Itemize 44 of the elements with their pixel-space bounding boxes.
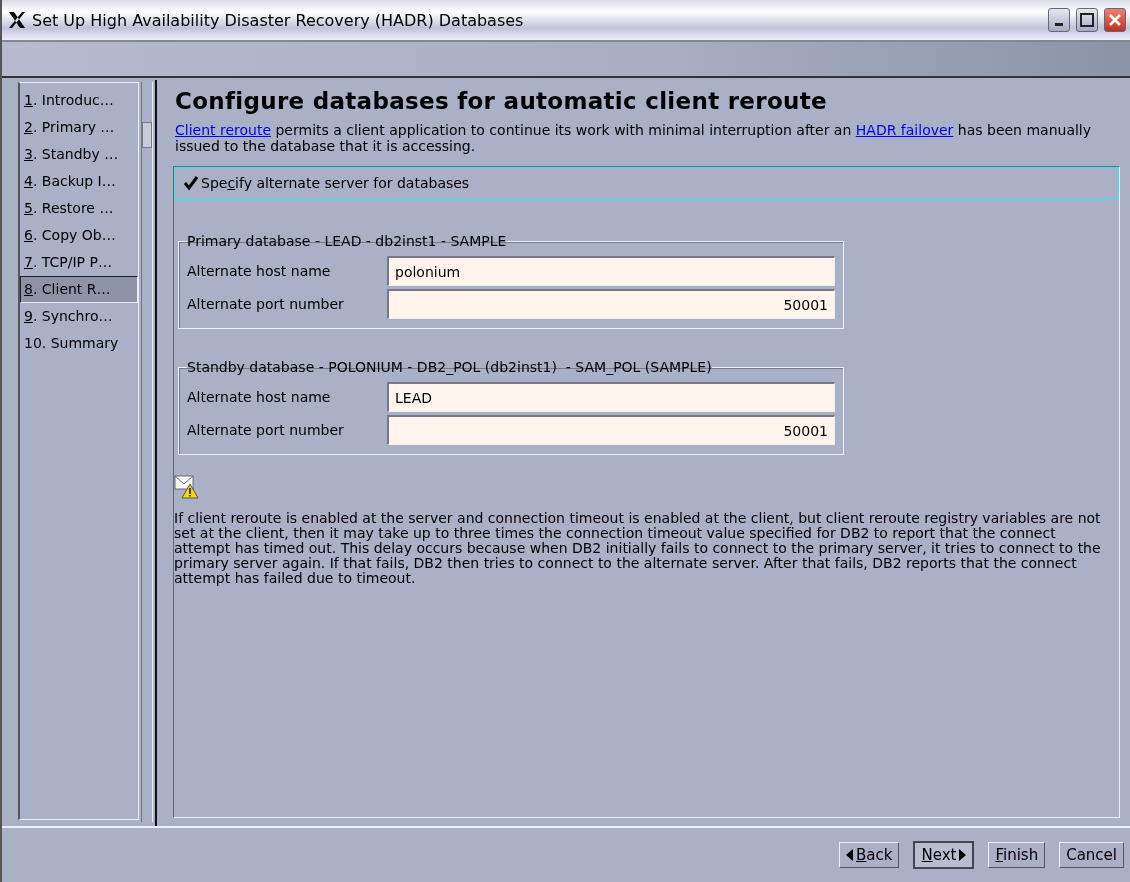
maximize-button[interactable] (1076, 8, 1098, 32)
step-item[interactable]: 5. Restore … (20, 195, 138, 222)
left-arrow-icon (846, 849, 854, 861)
group-title: Standby database - POLONIUM - DB2_POL (db2inst1) - SAM_POL (SAMPLE) (187, 359, 712, 375)
minimize-icon (1055, 22, 1063, 26)
close-icon (1108, 13, 1122, 27)
alternate-server-checkbox[interactable]: Specify alternate server for databases (174, 167, 1119, 199)
help-link[interactable]: HADR failover (855, 122, 954, 138)
scroll-thumb[interactable] (142, 122, 152, 148)
dialog-button[interactable]: Finish (988, 842, 1046, 868)
field-label: Alternate port number (187, 422, 345, 438)
envelope-warning-icon (174, 473, 200, 499)
close-button[interactable] (1104, 8, 1126, 32)
step-item[interactable]: 6. Copy Ob… (20, 222, 138, 249)
group-title: Primary database - LEAD - db2inst1 - SAMPLE (187, 233, 507, 249)
field-label: Alternate port number (187, 296, 345, 312)
input-field[interactable]: 50001 (387, 289, 835, 319)
right-arrow-icon (959, 849, 967, 861)
step-item[interactable]: 2. Primary … (20, 114, 138, 141)
back-button[interactable]: Back (839, 842, 900, 868)
page-heading: Configure databases for automatic client reroute (175, 88, 828, 114)
field-label: Alternate host name (187, 389, 332, 405)
step-item[interactable]: 4. Backup I… (20, 168, 138, 195)
maximize-icon (1080, 13, 1094, 27)
help-link[interactable]: Client reroute (175, 122, 272, 138)
minimize-button[interactable] (1048, 8, 1070, 32)
x-logo-icon (8, 11, 26, 29)
step-item[interactable]: 7. TCP/IP P… (20, 249, 138, 276)
step-item[interactable]: 9. Synchro… (20, 303, 138, 330)
next-button[interactable]: Next (913, 841, 975, 869)
input-field[interactable]: 50001 (387, 415, 835, 445)
intro-text: Client reroute permits a client application to continue its work with minimal interruption after an HADR failover has been manually issued to the database that it is accessing. (175, 122, 1093, 154)
dialog-button[interactable]: Cancel (1059, 842, 1124, 868)
scrollbar[interactable] (141, 82, 153, 822)
checkmark-icon (183, 175, 199, 191)
window-title: Set Up High Availability Disaster Recovery (HADR) Databases (32, 10, 525, 30)
input-field[interactable]: LEAD (387, 382, 835, 412)
input-field[interactable]: polonium (387, 256, 835, 286)
step-item[interactable]: 3. Standby … (20, 141, 138, 168)
note-text: If client reroute is enabled at the server and connection timeout is enabled at the client, but client reroute registry variables are not set at the client, then it may take up to three times the connection timeout value specified for DB2 to report that the connect attempt has timed out. This delay occurs because when DB2 initially fails to connect to the primary server, it tries to connect to the primary server again. If that fails, DB2 then tries to connect to the alternate server. After that fails, DB2 reports that the connect attempt has failed due to timeout. (174, 511, 1102, 586)
step-item[interactable]: 1. Introduc… (20, 87, 138, 114)
step-item[interactable]: 8. Client R… (20, 276, 138, 303)
step-item[interactable]: 10. Summary (20, 330, 138, 357)
field-label: Alternate host name (187, 263, 332, 279)
